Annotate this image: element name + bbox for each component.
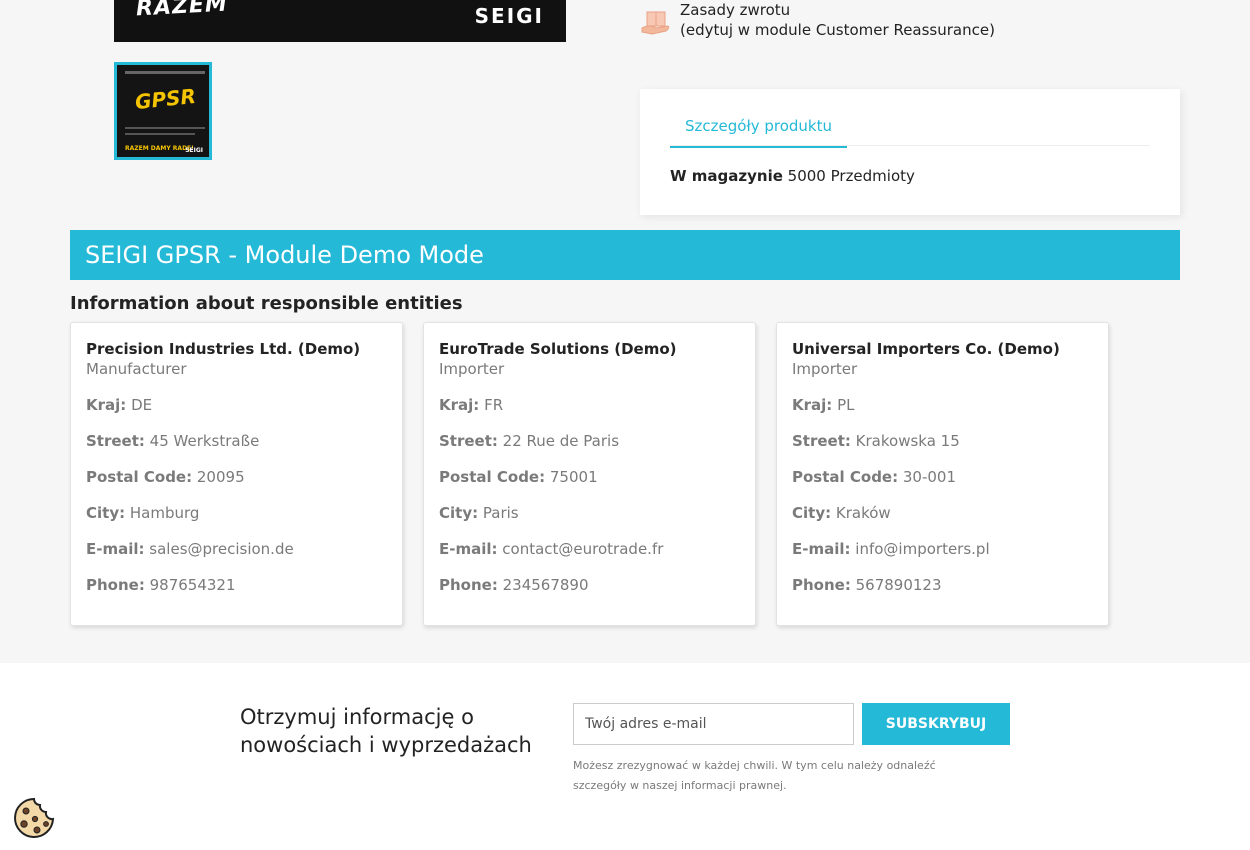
entity-city-row: City: Kraków: [792, 503, 891, 523]
subscribe-button[interactable]: Subskrybuj: [862, 703, 1010, 745]
entity-name: Universal Importers Co. (Demo): [792, 340, 1060, 358]
thumb-text-line: [125, 133, 195, 135]
entity-street-row: Street: 22 Rue de Paris: [439, 431, 619, 451]
entity-phone-row: Phone: 987654321: [86, 575, 236, 595]
city-value: Paris: [482, 504, 519, 522]
product-main-image[interactable]: RAZEM SEIGI: [114, 0, 566, 42]
entity-email-row: E-mail: sales@precision.de: [86, 539, 294, 559]
postal-value: 20095: [196, 468, 245, 486]
email-value: sales@precision.de: [149, 540, 294, 558]
main-image-text-left: RAZEM: [135, 0, 229, 22]
entity-country-row: Kraj: PL: [792, 395, 854, 415]
thumb-footer-brand: SEIGI: [185, 147, 203, 154]
tab-product-details[interactable]: Szczegóły produktu: [670, 116, 847, 148]
street-label: Street:: [439, 432, 498, 450]
phone-value: 567890123: [855, 576, 942, 594]
entity-phone-row: Phone: 567890123: [792, 575, 942, 595]
responsible-entities-title: Information about responsible entities: [70, 293, 463, 314]
entity-email-row: E-mail: info@importers.pl: [792, 539, 990, 559]
entity-postal-row: Postal Code: 30-001: [792, 467, 956, 487]
entity-card: Universal Importers Co. (Demo) Importer …: [776, 322, 1109, 626]
city-label: City:: [792, 504, 832, 522]
country-value: DE: [131, 396, 153, 414]
entity-card: EuroTrade Solutions (Demo) Importer Kraj…: [423, 322, 756, 626]
phone-value: 234567890: [502, 576, 589, 594]
stock-label: W magazynie: [670, 167, 783, 185]
entity-country-row: Kraj: DE: [86, 395, 152, 415]
city-label: City:: [439, 504, 479, 522]
email-label: E-mail:: [439, 540, 498, 558]
entity-card: Precision Industries Ltd. (Demo) Manufac…: [70, 322, 403, 626]
return-package-icon: [641, 11, 670, 35]
stock-value: 5000 Przedmioty: [787, 167, 915, 185]
reassurance-note: (edytuj w module Customer Reassurance): [680, 21, 995, 39]
phone-label: Phone:: [439, 576, 498, 594]
email-value: contact@eurotrade.fr: [502, 540, 664, 558]
entity-street-row: Street: Krakowska 15: [792, 431, 960, 451]
email-label: E-mail:: [792, 540, 851, 558]
city-value: Hamburg: [129, 504, 200, 522]
product-tabs: Szczegóły produktu W magazynie 5000 Prze…: [640, 89, 1180, 215]
city-value: Kraków: [835, 504, 891, 522]
entity-email-row: E-mail: contact@eurotrade.fr: [439, 539, 663, 559]
thumb-text-line: [125, 71, 205, 74]
tabs-divider: [670, 145, 1150, 146]
entity-role: Importer: [439, 360, 505, 378]
newsletter-email-input[interactable]: [573, 703, 854, 745]
entity-city-row: City: Hamburg: [86, 503, 199, 523]
entity-postal-row: Postal Code: 75001: [439, 467, 598, 487]
country-label: Kraj:: [439, 396, 480, 414]
thumb-title: GPSR: [133, 83, 197, 115]
postal-value: 30-001: [902, 468, 957, 486]
postal-label: Postal Code:: [792, 468, 899, 486]
postal-label: Postal Code:: [439, 468, 546, 486]
reassurance-title: Zasady zwrotu: [680, 1, 791, 19]
email-value: info@importers.pl: [855, 540, 990, 558]
email-label: E-mail:: [86, 540, 145, 558]
phone-value: 987654321: [149, 576, 236, 594]
cookie-icon[interactable]: [13, 797, 55, 839]
entity-postal-row: Postal Code: 20095: [86, 467, 245, 487]
entity-street-row: Street: 45 Werkstraße: [86, 431, 259, 451]
stock-info: W magazynie 5000 Przedmioty: [670, 167, 915, 185]
newsletter-section: Otrzymuj informację o nowościach i wyprz…: [0, 663, 1250, 850]
product-thumbnail[interactable]: GPSR RAZEM DAMY RADĘ! SEIGI: [114, 62, 212, 160]
entity-phone-row: Phone: 234567890: [439, 575, 589, 595]
entity-name: Precision Industries Ltd. (Demo): [86, 340, 361, 358]
country-value: PL: [837, 396, 855, 414]
street-label: Street:: [86, 432, 145, 450]
street-label: Street:: [792, 432, 851, 450]
city-label: City:: [86, 504, 126, 522]
postal-value: 75001: [549, 468, 598, 486]
phone-label: Phone:: [792, 576, 851, 594]
entity-city-row: City: Paris: [439, 503, 519, 523]
newsletter-title: Otrzymuj informację o nowościach i wyprz…: [240, 705, 532, 757]
entity-country-row: Kraj: FR: [439, 395, 503, 415]
thumb-footer-left: RAZEM DAMY RADĘ!: [125, 145, 194, 152]
country-label: Kraj:: [86, 396, 127, 414]
street-value: 45 Werkstraße: [149, 432, 260, 450]
thumb-text-line: [125, 127, 205, 129]
gpsr-banner: SEIGI GPSR - Module Demo Mode: [70, 230, 1180, 280]
entity-name: EuroTrade Solutions (Demo): [439, 340, 677, 358]
street-value: 22 Rue de Paris: [502, 432, 620, 450]
phone-label: Phone:: [86, 576, 145, 594]
main-image-brand: SEIGI: [474, 4, 544, 28]
entity-role: Importer: [792, 360, 858, 378]
postal-label: Postal Code:: [86, 468, 193, 486]
entity-role: Manufacturer: [86, 360, 187, 378]
newsletter-note: Możesz zrezygnować w każdej chwili. W ty…: [573, 759, 936, 792]
country-value: FR: [484, 396, 504, 414]
street-value: Krakowska 15: [855, 432, 960, 450]
country-label: Kraj:: [792, 396, 833, 414]
